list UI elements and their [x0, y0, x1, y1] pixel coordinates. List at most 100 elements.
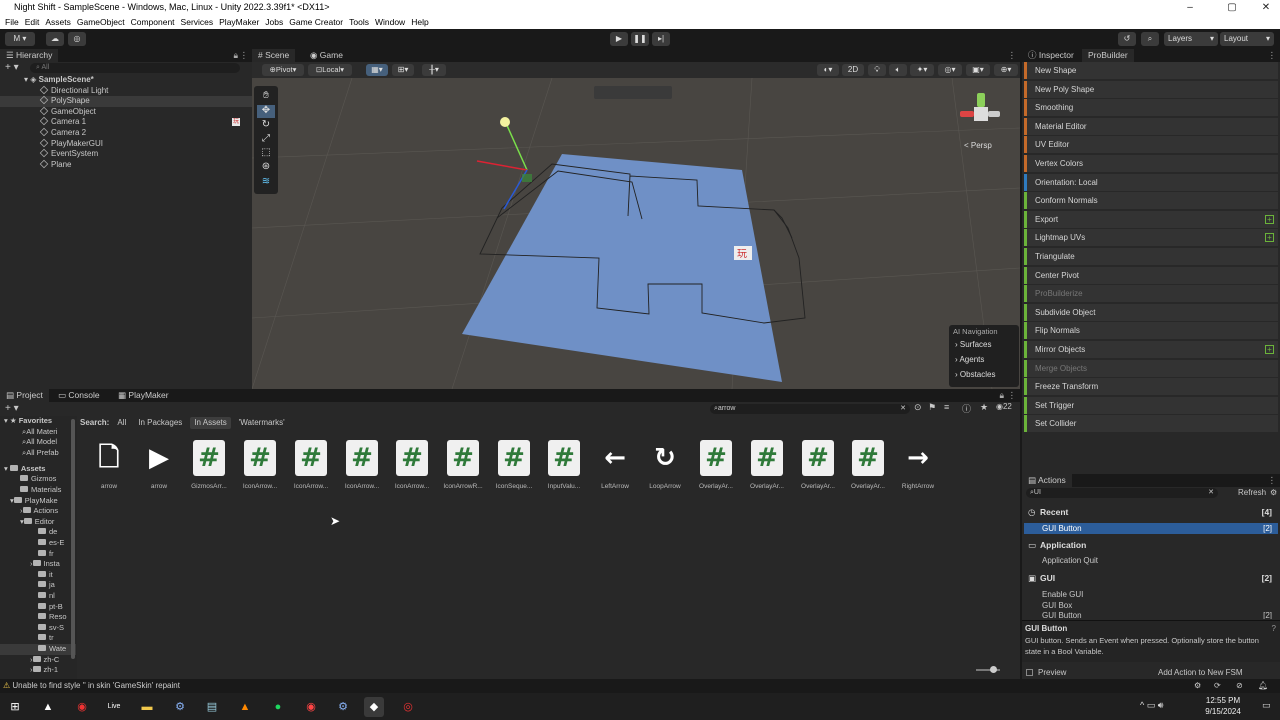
cloud-icon[interactable]: ☁ — [46, 32, 64, 46]
record-icon[interactable]: ◉ — [72, 697, 92, 717]
gizmos-icon[interactable]: ⊕▾ — [994, 64, 1018, 76]
collab-icon[interactable]: ◎ — [68, 32, 86, 46]
asset-item[interactable]: # IconSeque... — [491, 440, 537, 490]
asset-item[interactable]: # OverlayAr... — [845, 440, 891, 490]
unity-icon[interactable]: ◆ — [364, 697, 384, 717]
layers-dropdown[interactable]: Layers ▾ — [1164, 32, 1218, 46]
gizmo-center-cube[interactable] — [974, 107, 988, 121]
ai-navigation-obstacles[interactable]: › Obstacles — [949, 368, 1019, 381]
persp-label[interactable]: < Persp — [964, 141, 992, 150]
rotate-tool-icon[interactable]: ↻ — [257, 119, 275, 132]
effects-icon[interactable]: ✦▾ — [910, 64, 934, 76]
category-application[interactable]: ▭ Application — [1024, 538, 1278, 552]
hidden-objects-icon[interactable]: ◎▾ — [938, 64, 962, 76]
refresh-button[interactable]: Refresh — [1238, 488, 1266, 497]
steam-icon-2[interactable]: ⚙ — [333, 697, 353, 717]
hierarchy-item[interactable]: Directional Light — [0, 85, 252, 97]
kebab-menu-icon[interactable]: ⋮ — [1008, 389, 1017, 402]
hierarchy-item[interactable]: Camera 1 玩 — [0, 117, 252, 128]
action-gui-box[interactable]: GUI Box — [1024, 601, 1278, 612]
category-gui[interactable]: ▣ GUI [2] — [1024, 571, 1278, 585]
probuilder-vertex-colors[interactable]: Vertex Colors — [1024, 155, 1278, 172]
add-action-button[interactable]: Add Action to New FSM — [1158, 666, 1242, 679]
tree-scrollbar[interactable] — [71, 419, 75, 659]
hierarchy-item[interactable]: GameObject — [0, 106, 252, 118]
kebab-menu-icon[interactable]: ⋮ — [1268, 474, 1277, 487]
local-dropdown[interactable]: ⊡Local▾ — [308, 64, 352, 76]
notes-icon[interactable]: ▤ — [202, 697, 222, 717]
clear-search-icon[interactable]: ✕ — [1208, 488, 1214, 498]
asset-item[interactable]: ← LeftArrow — [592, 440, 638, 490]
transform-tool-icon[interactable]: ⊛ — [257, 161, 275, 174]
tab-scene[interactable]: # Scene — [252, 49, 296, 62]
asset-item[interactable]: # IconArrow... — [389, 440, 435, 490]
hierarchy-item[interactable]: EventSystem — [0, 148, 252, 160]
probuilder-freeze-transform[interactable]: Freeze Transform — [1024, 378, 1278, 396]
grid-snap-icon[interactable]: ▦▾ — [366, 64, 388, 76]
directional-light-icon[interactable] — [500, 117, 510, 127]
filter-watermarks[interactable]: 'Watermarks' — [235, 417, 289, 429]
gizmo-y-cone[interactable] — [977, 93, 985, 107]
file-explorer-icon[interactable]: ▬ — [137, 697, 157, 717]
project-search-input[interactable]: ⌕arrow ✕ — [710, 404, 910, 414]
lock-icon[interactable]: 🔒︎ — [999, 389, 1004, 402]
asset-item[interactable]: ▶ arrow — [136, 440, 182, 490]
tab-hierarchy[interactable]: ☰ Hierarchy — [0, 49, 59, 62]
tree-item[interactable]: Wate — [0, 644, 76, 655]
tree-item[interactable]: it — [0, 570, 76, 581]
tree-item[interactable]: ⌕All Model — [0, 437, 76, 448]
menu-assets[interactable]: Assets — [45, 15, 77, 29]
help-icon[interactable]: ? — [1272, 624, 1276, 633]
menu-window[interactable]: Window — [375, 15, 411, 29]
action-enable-gui[interactable]: Enable GUI — [1024, 590, 1278, 601]
windows-start-icon[interactable]: ⊞ — [5, 697, 25, 717]
tree-favorites[interactable]: ▾ ★ Favorites — [0, 416, 76, 427]
ai-navigation-agents[interactable]: › Agents — [949, 351, 1019, 368]
scene-row[interactable]: ▾ ◈ SampleScene* — [0, 75, 252, 86]
probuilder-flip-normals[interactable]: Flip Normals — [1024, 322, 1278, 340]
clear-search-icon[interactable]: ✕ — [900, 404, 906, 414]
history-icon[interactable]: ↺ — [1118, 32, 1136, 46]
status-icon-b[interactable]: ⟳ — [1214, 679, 1221, 693]
info-icon[interactable]: ⓘ — [962, 402, 971, 415]
zoom-slider[interactable] — [976, 666, 1000, 673]
layout-dropdown[interactable]: Layout ▾ — [1220, 32, 1274, 46]
tree-item[interactable]: ⌕All Prefab — [0, 448, 76, 459]
custom-tool-icon[interactable]: ≋ — [257, 176, 275, 189]
asset-item[interactable]: # IconArrow... — [339, 440, 385, 490]
tray-icons[interactable]: ^ ▭ 🔊︎ — [1140, 700, 1163, 711]
visibility-icon[interactable]: ◉22 — [996, 402, 1012, 411]
app-icon-a[interactable]: ▲ — [38, 697, 58, 717]
chrome-icon[interactable]: ◉ — [301, 697, 321, 717]
tree-item[interactable]: sv-S — [0, 623, 76, 634]
asset-item[interactable]: # InputValu... — [541, 440, 587, 490]
close-icon[interactable]: ✕ — [1252, 0, 1280, 15]
tree-item[interactable]: Materials — [0, 485, 76, 496]
asset-item[interactable]: 🗋︎ arrow — [86, 440, 132, 490]
probuilder-uv-editor[interactable]: UV Editor — [1024, 136, 1278, 154]
actions-search-input[interactable]: ⌕UI ✕ — [1026, 488, 1218, 498]
kebab-menu-icon[interactable]: ⋮ — [240, 49, 249, 62]
tree-item[interactable]: Gizmos — [0, 474, 76, 485]
menu-services[interactable]: Services — [181, 15, 220, 29]
probuilder-center-pivot[interactable]: Center Pivot — [1024, 266, 1278, 284]
hand-tool-icon[interactable]: ✋︎ — [257, 90, 275, 103]
ai-navigation-surfaces[interactable]: › Surfaces — [949, 338, 1019, 351]
menu-help[interactable]: Help — [411, 15, 434, 29]
probuilder-set-collider[interactable]: Set Collider — [1024, 415, 1278, 433]
zoom-slider-thumb[interactable] — [990, 666, 997, 673]
status-icon-a[interactable]: ⚙ — [1194, 679, 1201, 693]
audio-icon[interactable]: 🔈︎ — [889, 64, 907, 76]
steam-icon[interactable]: ⚙ — [170, 697, 190, 717]
asset-item[interactable]: # OverlayAr... — [744, 440, 790, 490]
scale-tool-icon[interactable]: ⤢ — [257, 133, 275, 146]
play-button[interactable]: ▶ — [610, 32, 628, 46]
hierarchy-item[interactable]: PlayMakerGUI — [0, 138, 252, 150]
tree-item[interactable]: › zh-1 — [0, 665, 76, 676]
add-icon[interactable]: + ▾ — [5, 62, 19, 74]
filter-type-icon[interactable]: ⊙ — [914, 402, 922, 413]
tab-probuilder[interactable]: ProBuilder — [1082, 49, 1134, 62]
step-button[interactable]: ▸| — [652, 32, 670, 46]
category-recent[interactable]: ◷ Recent [4] — [1024, 505, 1278, 519]
tab-game[interactable]: ◉ Game — [304, 49, 349, 62]
